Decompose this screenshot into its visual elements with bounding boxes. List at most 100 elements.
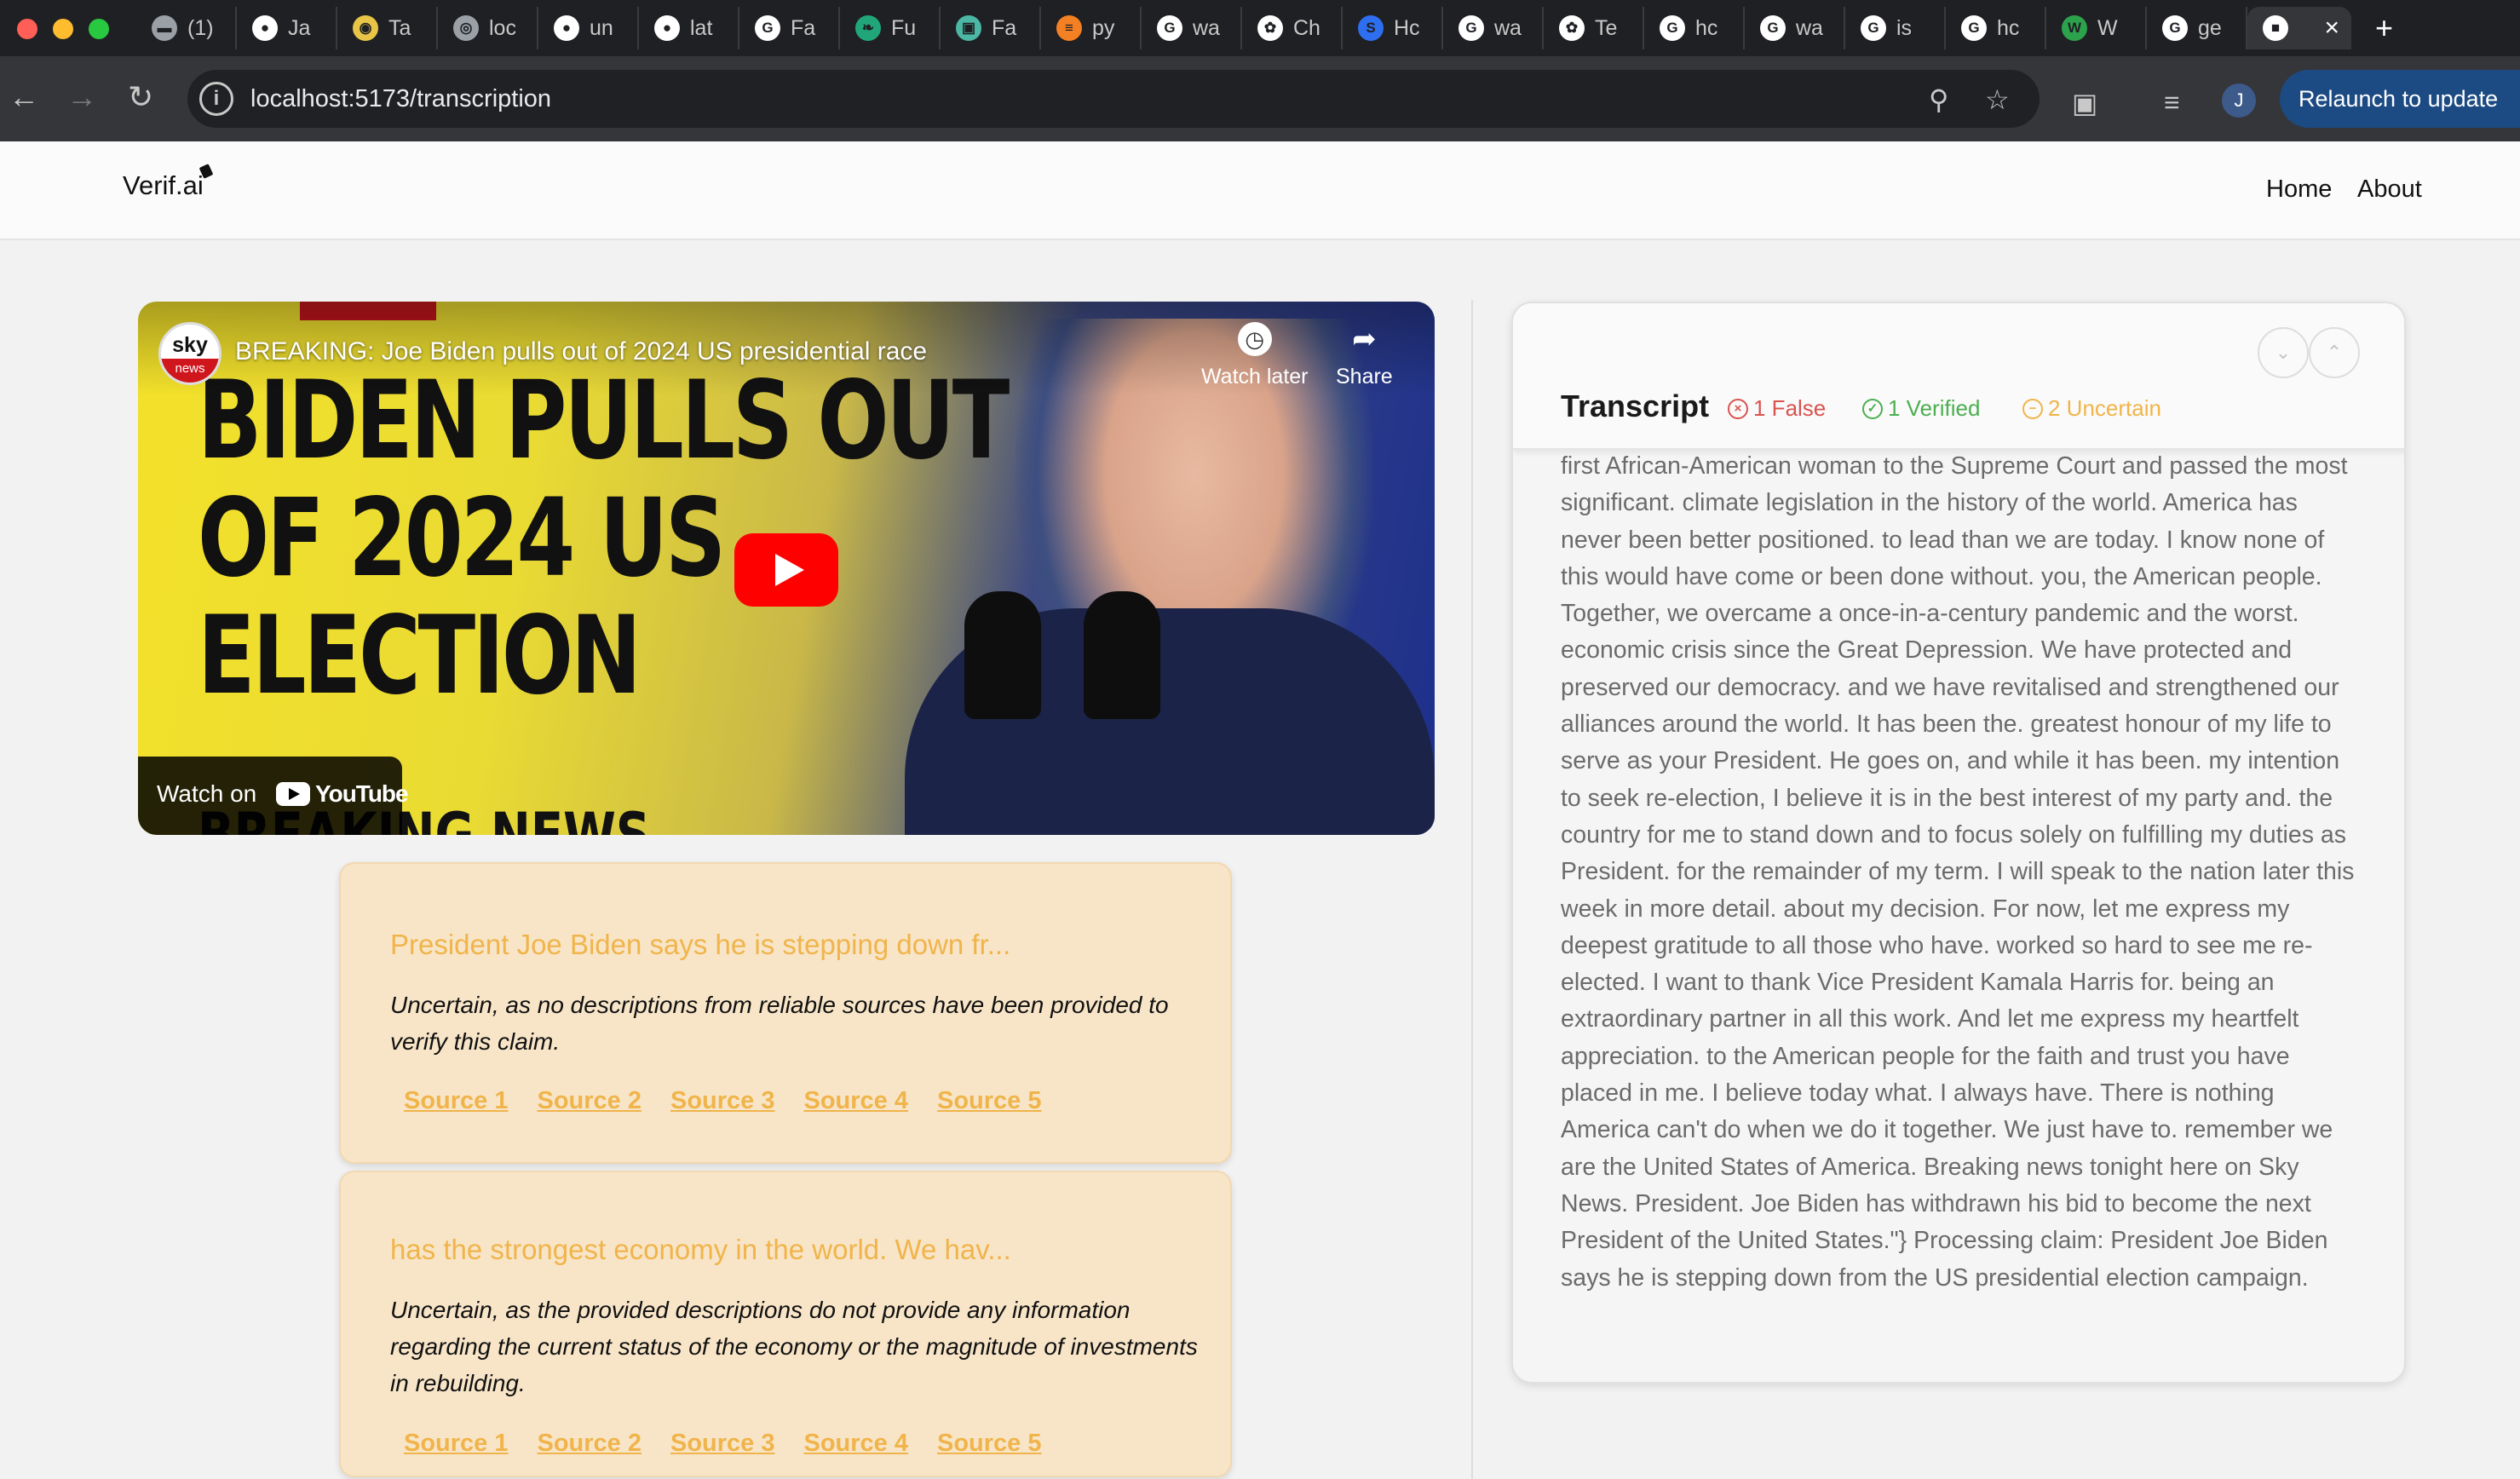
tab-title: lat <box>690 15 713 40</box>
app-logo[interactable]: Verif.ai <box>123 170 204 201</box>
browser-tab[interactable]: S Hc <box>1343 7 1443 49</box>
browser-tab[interactable]: Ghc <box>1946 7 2046 49</box>
minimize-window-button[interactable] <box>53 19 73 39</box>
leaf-icon: ❧ <box>855 15 881 41</box>
channel-avatar[interactable]: sky news <box>158 322 222 385</box>
source-link[interactable]: Source 1 <box>404 1430 509 1458</box>
watch-later-label: Watch later <box>1201 365 1309 388</box>
chevron-up-icon[interactable]: ⌃ <box>2309 327 2360 378</box>
url-text[interactable]: localhost:5173/transcription <box>250 85 551 113</box>
claim-title[interactable]: President Joe Biden says he is stepping … <box>390 929 1010 961</box>
extensions-icon[interactable]: ▣ <box>2072 87 2097 119</box>
site-info-icon[interactable]: i <box>199 82 233 116</box>
profile-avatar[interactable]: J <box>2222 83 2256 118</box>
s-icon: S <box>1358 15 1384 41</box>
browser-tab[interactable]: Gwa <box>1443 7 1544 49</box>
browser-tab[interactable]: Gwa <box>1142 7 1242 49</box>
browser-tab[interactable]: ✿ Ch <box>1242 7 1343 49</box>
source-link[interactable]: Source 1 <box>404 1087 509 1115</box>
tab-title: (1) <box>187 15 214 40</box>
channel-sub: news <box>161 359 219 383</box>
back-arrow-icon[interactable]: ← <box>9 80 39 114</box>
source-link[interactable]: Source 3 <box>670 1087 775 1115</box>
reading-list-icon[interactable]: ≡ <box>2164 87 2180 118</box>
transcript-text: first African-American woman to the Supr… <box>1561 452 2355 1292</box>
new-tab-icon[interactable]: + <box>2375 10 2393 46</box>
browser-tab[interactable]: ✿ Te <box>1544 7 1644 49</box>
browser-tab[interactable]: ● Ja <box>237 7 337 49</box>
watch-on-youtube-button[interactable]: Watch on YouTube <box>138 757 409 835</box>
google-icon: G <box>1157 15 1182 41</box>
tab-title: ge <box>2198 15 2222 40</box>
browser-tab[interactable]: ● un <box>538 7 639 49</box>
google-icon: G <box>1760 15 1786 41</box>
close-tab-icon[interactable]: × <box>2324 14 2339 43</box>
address-bar[interactable]: i localhost:5173/transcription ⚲ ☆ <box>187 70 2040 128</box>
google-icon: G <box>755 15 780 41</box>
relaunch-button[interactable]: Relaunch to update <box>2280 70 2520 128</box>
browser-tab[interactable]: ◎ loc <box>438 7 538 49</box>
nav-about-link[interactable]: About <box>2357 176 2422 204</box>
browser-tab[interactable]: G Fa <box>739 7 840 49</box>
nav-home-link[interactable]: Home <box>2266 176 2332 204</box>
tab-title: W <box>2097 15 2118 40</box>
tab-title: Ja <box>288 15 311 40</box>
github-icon: ● <box>252 15 278 41</box>
source-link[interactable]: Source 5 <box>937 1430 1042 1458</box>
source-link[interactable]: Source 2 <box>538 1430 642 1458</box>
watch-later-button[interactable]: ◷ Watch later <box>1201 322 1309 389</box>
app-favicon-icon: ■ <box>2263 15 2288 41</box>
video-title[interactable]: BREAKING: Joe Biden pulls out of 2024 US… <box>235 337 927 366</box>
browser-tab[interactable]: Gge <box>2147 7 2247 49</box>
play-button[interactable] <box>734 533 838 607</box>
zoom-icon[interactable]: ⚲ <box>1929 83 1948 116</box>
x-circle-icon: × <box>1728 398 1748 419</box>
microphone-icon <box>1084 591 1160 719</box>
video-headline: BIDEN PULLS OUT OF 2024 US ELECTION <box>198 361 1010 714</box>
tab-title: loc <box>489 15 516 40</box>
claim-verdict: Uncertain, as no descriptions from relia… <box>390 992 1169 1055</box>
headline-line: OF 2024 US <box>198 475 726 601</box>
browser-tab[interactable]: ● lat <box>639 7 739 49</box>
browser-tab[interactable]: ≡ py <box>1041 7 1142 49</box>
browser-tab-active[interactable]: ■ × <box>2247 7 2351 49</box>
source-link[interactable]: Source 4 <box>804 1430 909 1458</box>
maximize-window-button[interactable] <box>89 19 109 39</box>
bookmark-star-icon[interactable]: ☆ <box>1985 83 2010 116</box>
browser-tab[interactable]: Ghc <box>1644 7 1745 49</box>
close-window-button[interactable] <box>17 19 37 39</box>
tab-title: Te <box>1595 15 1618 40</box>
verified-count-badge[interactable]: ✓ 1 Verified <box>1862 395 1980 422</box>
video-embed[interactable]: BIDEN PULLS OUT OF 2024 US ELECTION BREA… <box>138 302 1435 835</box>
tab-title: wa <box>1796 15 1823 40</box>
globe-icon: ◎ <box>453 15 479 41</box>
reload-icon[interactable]: ↻ <box>128 80 153 114</box>
openai-icon: ✿ <box>1257 15 1283 41</box>
browser-tab[interactable]: Gis <box>1845 7 1946 49</box>
browser-toolbar: ← → ↻ i localhost:5173/transcription ⚲ ☆… <box>0 56 2520 141</box>
source-link[interactable]: Source 5 <box>937 1087 1042 1115</box>
tab-strip: ▬ (1) ● Ja ◉ Ta ◎ loc ● un ● lat G Fa ❧ Fu ▣ Fa ≡ py Gwa ✿ Ch S… <box>136 7 2393 49</box>
source-links: Source 1 Source 2 Source 3 Source 4 Sour… <box>404 1430 1042 1458</box>
false-count-badge[interactable]: × 1 False <box>1728 395 1826 422</box>
tab-title: Fa <box>791 15 816 40</box>
source-link[interactable]: Source 4 <box>804 1087 909 1115</box>
youtube-play-icon <box>276 782 310 806</box>
browser-tab[interactable]: WW <box>2046 7 2147 49</box>
transcript-header: ⌄ ⌃ Transcript × 1 False ✓ 1 Verified − … <box>1513 303 2404 450</box>
browser-tab[interactable]: ❧ Fu <box>840 7 941 49</box>
tab-title: hc <box>1695 15 1718 40</box>
claim-title[interactable]: has the strongest economy in the world. … <box>390 1234 1011 1266</box>
source-link[interactable]: Source 3 <box>670 1430 775 1458</box>
watch-on-label: Watch on <box>157 780 257 807</box>
browser-tab[interactable]: ▣ Fa <box>941 7 1041 49</box>
chevron-down-icon[interactable]: ⌄ <box>2258 327 2309 378</box>
browser-tab[interactable]: Gwa <box>1745 7 1845 49</box>
browser-tab[interactable]: ◉ Ta <box>337 7 438 49</box>
browser-tab[interactable]: ▬ (1) <box>136 7 237 49</box>
uncertain-count-badge[interactable]: − 2 Uncertain <box>2022 395 2161 422</box>
tab-title: Fa <box>992 15 1017 40</box>
share-button[interactable]: ➦ Share <box>1336 322 1393 389</box>
source-link[interactable]: Source 2 <box>538 1087 642 1115</box>
forward-arrow-icon[interactable]: → <box>66 80 97 114</box>
